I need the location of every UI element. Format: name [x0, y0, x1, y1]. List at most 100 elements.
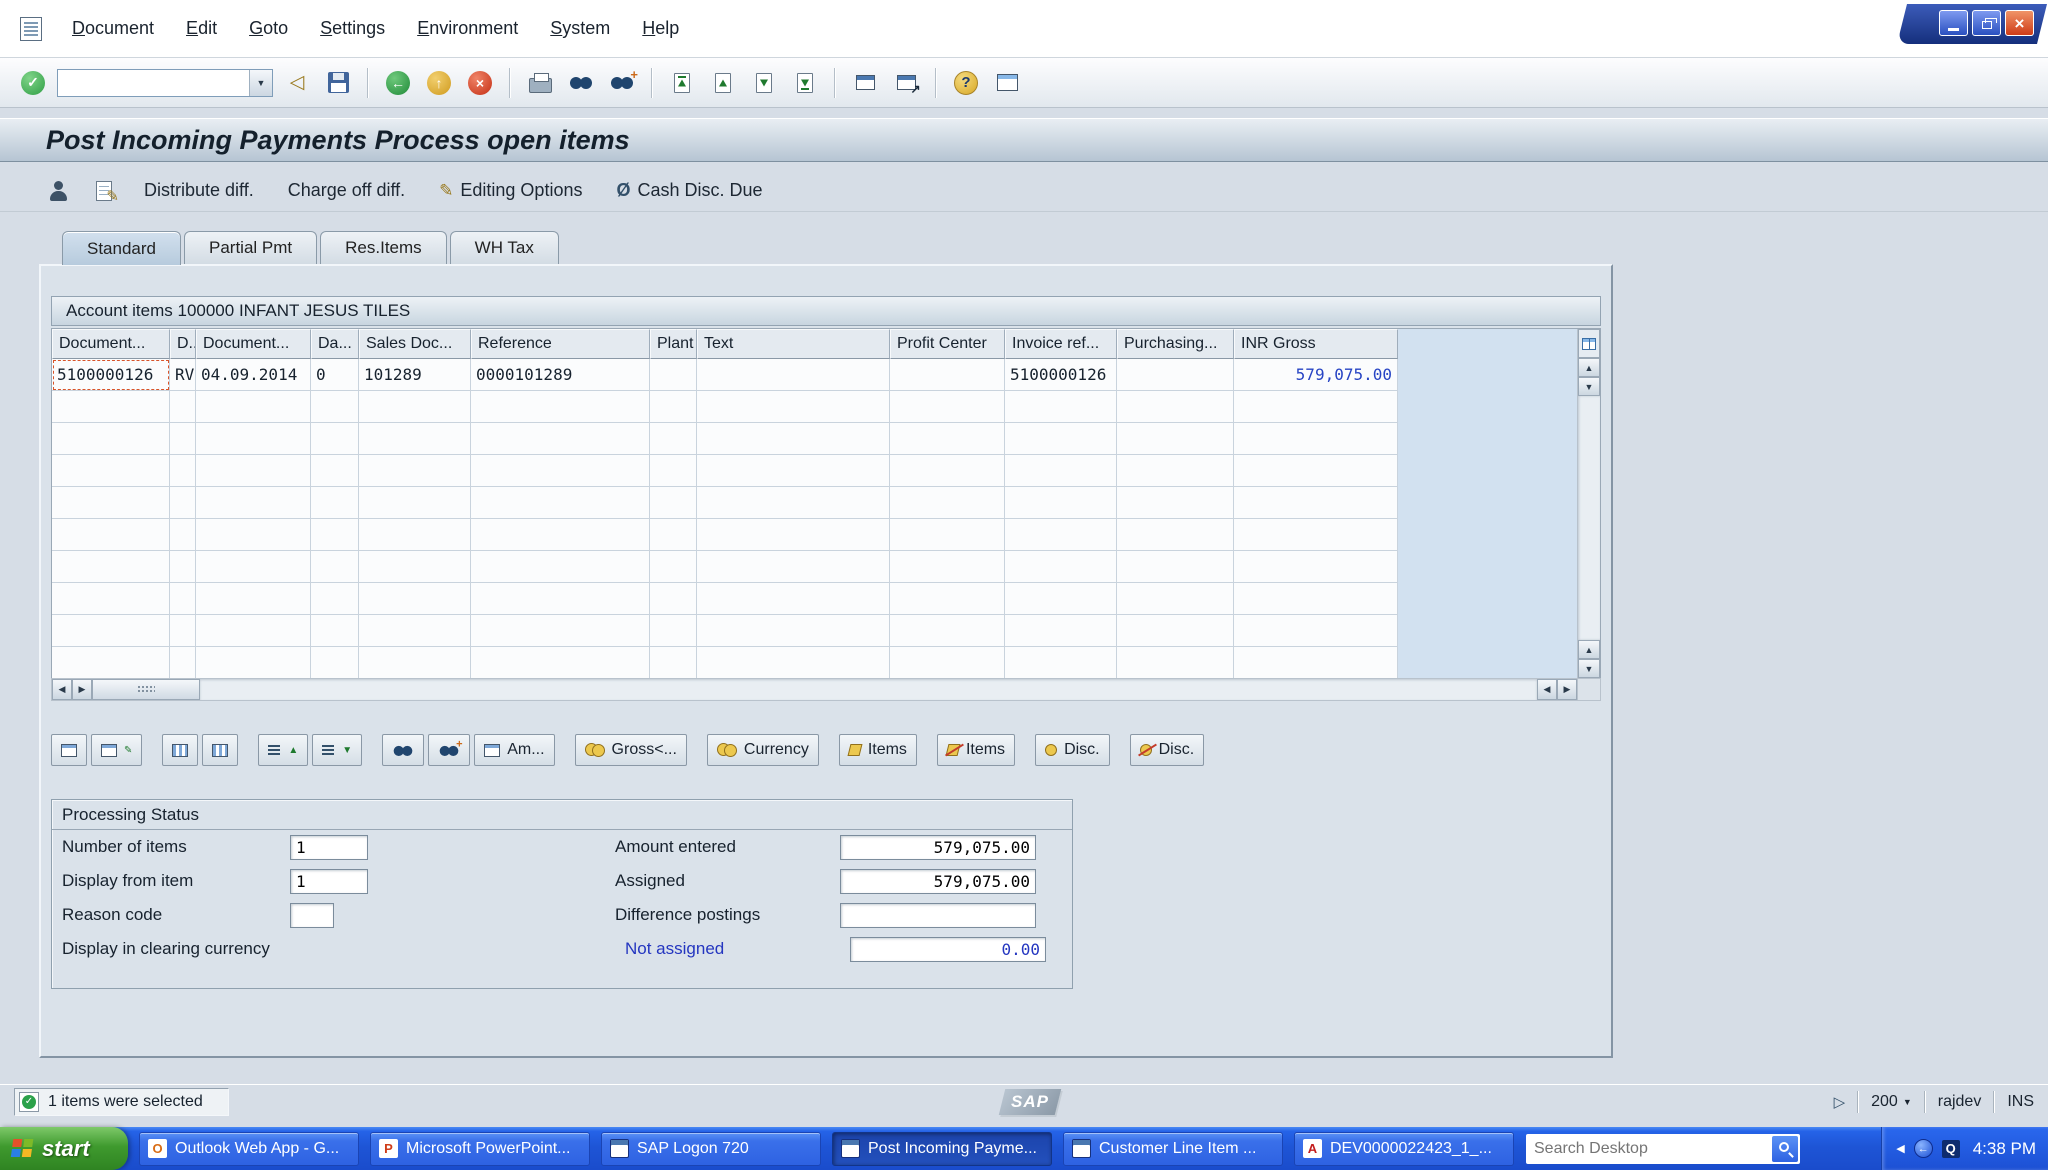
cell-inr-gross[interactable]: 579,075.00	[1234, 359, 1398, 391]
search-button[interactable]	[1772, 1135, 1798, 1162]
cell-days[interactable]: 0	[311, 359, 359, 391]
taskbar-item-dev-document[interactable]: A DEV0000022423_1_...	[1294, 1131, 1514, 1166]
find-next-items-button[interactable]: +	[428, 734, 471, 766]
menu-item-edit[interactable]: Edit	[170, 18, 233, 39]
deactivate-discount-button[interactable]: Disc.	[1129, 734, 1205, 766]
previous-page-button[interactable]	[706, 65, 740, 101]
menu-item-goto[interactable]: Goto	[233, 18, 304, 39]
horizontal-scroll-track[interactable]	[200, 679, 1537, 700]
cash-disc-due-button[interactable]: Ø Cash Disc. Due	[604, 175, 774, 206]
page-size-dropdown[interactable]: 200 ▼	[1871, 1093, 1912, 1111]
distribute-diff-button[interactable]: Distribute diff.	[132, 175, 266, 206]
next-page-button[interactable]	[747, 65, 781, 101]
back-button[interactable]: ◁	[280, 65, 314, 101]
cell-sales-doc[interactable]: 101289	[359, 359, 471, 391]
charge-off-diff-button[interactable]: Charge off diff.	[276, 175, 417, 206]
horizontal-scroll-thumb[interactable]	[92, 679, 200, 700]
editing-options-button[interactable]: ✎ Editing Options	[427, 175, 594, 206]
new-session-button[interactable]	[848, 65, 882, 101]
cell-plant[interactable]	[650, 359, 697, 391]
amount-button[interactable]: Am...	[474, 734, 555, 766]
sort-ascending-button[interactable]: ▲	[258, 734, 309, 766]
cell-doc-type[interactable]: RV	[170, 359, 196, 391]
page-right-button[interactable]: ▶	[1557, 679, 1577, 700]
display-from-item-field[interactable]	[290, 868, 368, 894]
column-header-inr-gross[interactable]: INR Gross	[1234, 329, 1398, 359]
page-left-button[interactable]: ◀	[1537, 679, 1557, 700]
cell-invoice-ref[interactable]: 5100000126	[1005, 359, 1117, 391]
find-items-button[interactable]	[382, 734, 425, 766]
command-dropdown-button[interactable]: ▼	[249, 69, 272, 96]
column-header-text[interactable]: Text	[697, 329, 890, 359]
minimize-button[interactable]	[1939, 10, 1968, 36]
cell-document-date[interactable]: 04.09.2014	[196, 359, 311, 391]
partner-button[interactable]	[40, 174, 76, 208]
save-button[interactable]	[321, 65, 355, 101]
not-assigned-label[interactable]: Not assigned	[625, 939, 850, 959]
page-up-button[interactable]: ▲	[1578, 640, 1600, 659]
column-header-doc-type[interactable]: D...	[170, 329, 196, 359]
tab-standard[interactable]: Standard	[62, 231, 181, 265]
edit-items-button[interactable]: ✎	[91, 734, 143, 766]
taskbar-item-sap-logon[interactable]: SAP Logon 720	[601, 1131, 821, 1166]
activate-items-button[interactable]: Items	[838, 734, 917, 766]
menu-item-system[interactable]: System	[534, 18, 626, 39]
table-settings-button[interactable]	[1578, 329, 1600, 358]
activate-discount-button[interactable]: Disc.	[1035, 734, 1110, 766]
exit-button[interactable]: ↑	[422, 65, 456, 101]
restore-button[interactable]	[1972, 10, 2001, 36]
scroll-down-button[interactable]: ▼	[1578, 377, 1600, 396]
cell-text[interactable]	[697, 359, 890, 391]
tab-res-items[interactable]: Res.Items	[320, 231, 447, 264]
column-header-sales-doc[interactable]: Sales Doc...	[359, 329, 471, 359]
cell-purchasing[interactable]	[1117, 359, 1234, 391]
tab-wh-tax[interactable]: WH Tax	[449, 231, 559, 264]
difference-postings-field[interactable]	[840, 902, 1036, 928]
tray-app-icon[interactable]: ←	[1913, 1139, 1933, 1158]
deactivate-items-button[interactable]: Items	[936, 734, 1016, 766]
menu-item-settings[interactable]: Settings	[304, 18, 401, 39]
taskbar-item-post-incoming[interactable]: Post Incoming Payme...	[832, 1131, 1052, 1166]
reason-code-field[interactable]	[290, 902, 334, 928]
column-header-days[interactable]: Da...	[311, 329, 359, 359]
select-items-button[interactable]	[51, 734, 87, 766]
last-page-button[interactable]	[788, 65, 822, 101]
search-input[interactable]	[1534, 1139, 1772, 1158]
cell-reference[interactable]: 0000101289	[471, 359, 650, 391]
tray-q-icon[interactable]: Q	[1941, 1139, 1960, 1158]
vertical-scroll-track[interactable]	[1578, 396, 1600, 640]
print-button[interactable]	[523, 65, 557, 101]
scroll-right-button[interactable]: ▶	[72, 679, 92, 700]
column-header-document-number[interactable]: Document...	[52, 329, 170, 359]
help-button[interactable]: ?	[949, 65, 983, 101]
document-edit-button[interactable]: ✎	[86, 174, 122, 208]
menu-item-environment[interactable]: Environment	[401, 18, 534, 39]
column-header-reference[interactable]: Reference	[471, 329, 650, 359]
cell-profit-center[interactable]	[890, 359, 1005, 391]
taskbar-item-outlook[interactable]: O Outlook Web App - G...	[139, 1131, 359, 1166]
number-of-items-field[interactable]	[290, 834, 368, 860]
customize-layout-button[interactable]	[990, 65, 1024, 101]
select-column-button[interactable]	[162, 734, 199, 766]
menu-item-document[interactable]: Document	[56, 18, 170, 39]
tab-partial-pmt[interactable]: Partial Pmt	[184, 231, 318, 264]
first-page-button[interactable]	[665, 65, 699, 101]
column-header-profit-center[interactable]: Profit Center	[890, 329, 1005, 359]
gross-button[interactable]: Gross<...	[574, 734, 687, 766]
status-expand-icon[interactable]: ▷	[1834, 1093, 1846, 1111]
column-header-document-date[interactable]: Document...	[196, 329, 311, 359]
cancel-button[interactable]: ×	[463, 65, 497, 101]
scroll-left-button[interactable]: ◀	[52, 679, 72, 700]
column-header-invoice-ref[interactable]: Invoice ref...	[1005, 329, 1117, 359]
currency-button[interactable]: Currency	[706, 734, 819, 766]
find-button[interactable]	[564, 65, 598, 101]
scroll-up-button[interactable]: ▲	[1578, 358, 1600, 377]
find-next-button[interactable]: +	[605, 65, 639, 101]
create-shortcut-button[interactable]: ↗	[889, 65, 923, 101]
command-input[interactable]	[58, 69, 249, 96]
column-header-plant[interactable]: Plant	[650, 329, 697, 359]
close-button[interactable]: ×	[2005, 10, 2034, 36]
deselect-column-button[interactable]	[202, 734, 239, 766]
taskbar-item-powerpoint[interactable]: P Microsoft PowerPoint...	[370, 1131, 590, 1166]
menu-item-help[interactable]: Help	[626, 18, 695, 39]
